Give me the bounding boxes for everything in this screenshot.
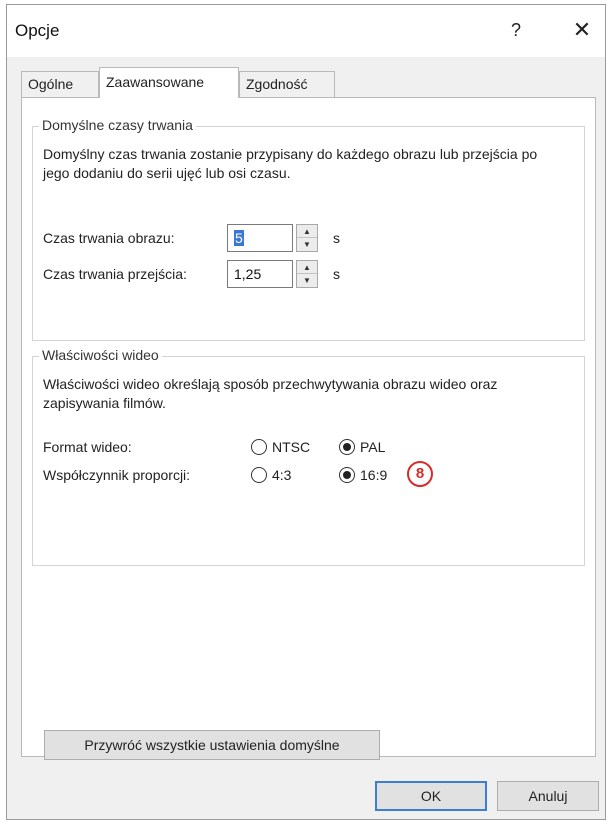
radio-unchecked-icon (251, 439, 267, 455)
options-dialog: Opcje ? ✕ Ogólne Zaawansowane Zgodność D… (6, 4, 606, 820)
radio-pal-label: PAL (360, 439, 386, 455)
tab-advanced[interactable]: Zaawansowane (99, 67, 239, 98)
ok-button[interactable]: OK (375, 781, 487, 811)
close-button[interactable]: ✕ (565, 13, 599, 47)
radio-checked-icon (339, 439, 355, 455)
transition-duration-input[interactable]: 1,25 (227, 260, 293, 288)
video-format-label: Format wideo: (43, 439, 132, 455)
radio-aspect-4-3-label: 4:3 (272, 467, 292, 483)
video-legend: Właściwości wideo (39, 347, 162, 363)
spin-up-icon[interactable]: ▲ (297, 261, 317, 274)
image-duration-unit: s (333, 230, 340, 246)
tab-general[interactable]: Ogólne (21, 71, 99, 97)
tab-panel-advanced: Domyślne czasy trwania Domyślny czas trw… (21, 97, 596, 760)
tab-strip: Ogólne Zaawansowane Zgodność (21, 67, 601, 98)
tab-compatibility[interactable]: Zgodność (239, 71, 335, 97)
restore-defaults-button[interactable]: Przywróć wszystkie ustawienia domyślne (44, 730, 380, 760)
video-description: Właściwości wideo określają sposób przec… (43, 376, 498, 411)
help-button[interactable]: ? (501, 15, 531, 45)
image-duration-spinner[interactable]: ▲ ▼ (296, 224, 318, 252)
radio-aspect-16-9[interactable]: 16:9 (339, 465, 387, 485)
radio-unchecked-icon (251, 467, 267, 483)
image-duration-value: 5 (234, 230, 244, 246)
annotation-marker: 8 (407, 461, 433, 487)
aspect-ratio-label: Współczynnik proporcji: (43, 467, 191, 483)
title-bar: Opcje ? ✕ (7, 5, 605, 57)
radio-checked-icon (339, 467, 355, 483)
radio-aspect-16-9-label: 16:9 (360, 467, 388, 483)
radio-pal[interactable]: PAL (339, 437, 385, 457)
transition-duration-spinner[interactable]: ▲ ▼ (296, 260, 318, 288)
cancel-button[interactable]: Anuluj (497, 781, 599, 811)
radio-ntsc[interactable]: NTSC (251, 437, 310, 457)
transition-duration-label: Czas trwania przejścia: (43, 266, 187, 282)
spin-up-icon[interactable]: ▲ (297, 225, 317, 238)
radio-aspect-4-3[interactable]: 4:3 (251, 465, 291, 485)
spin-down-icon[interactable]: ▼ (297, 238, 317, 251)
durations-group: Domyślne czasy trwania Domyślny czas trw… (32, 117, 585, 341)
spin-down-icon[interactable]: ▼ (297, 274, 317, 287)
radio-ntsc-label: NTSC (272, 439, 311, 455)
durations-description: Domyślny czas trwania zostanie przypisan… (43, 146, 538, 181)
transition-duration-unit: s (333, 266, 340, 282)
transition-duration-value: 1,25 (234, 266, 262, 282)
durations-legend: Domyślne czasy trwania (39, 117, 196, 133)
image-duration-label: Czas trwania obrazu: (43, 230, 175, 246)
dialog-title: Opcje (15, 21, 60, 40)
video-group: Właściwości wideo Właściwości wideo okre… (32, 347, 585, 566)
image-duration-input[interactable]: 5 (227, 224, 293, 252)
